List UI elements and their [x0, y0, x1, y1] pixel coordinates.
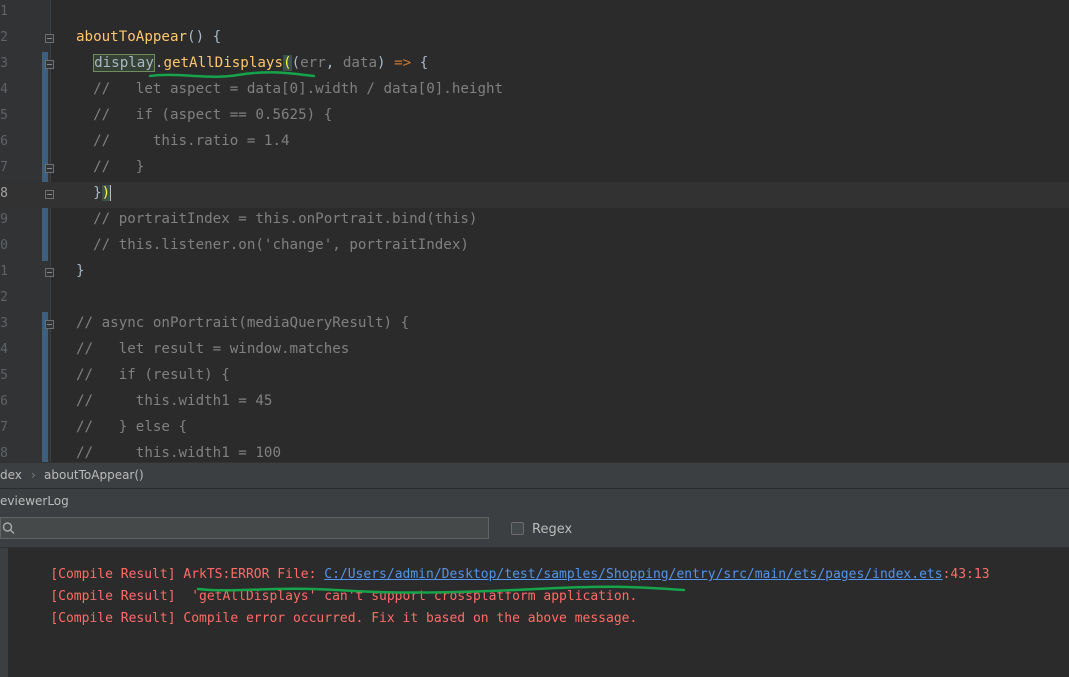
log-side-strip	[0, 548, 8, 677]
log-search-input[interactable]	[0, 517, 489, 539]
code-text: // this.width1 = 45	[76, 393, 273, 409]
code-line[interactable]: 7 // }	[0, 156, 1069, 182]
log-toolbar: Regex	[0, 513, 1069, 548]
code-editor[interactable]: 1 2 aboutToAppear() { 3 display.getAllDispl…	[0, 0, 1069, 462]
code-text: aboutToAppear() {	[76, 29, 222, 45]
code-line[interactable]: 4 // let result = window.matches	[0, 338, 1069, 364]
regex-label: Regex	[532, 522, 573, 537]
code-line[interactable]: 6 // this.ratio = 1.4	[0, 130, 1069, 156]
fold-toggle-icon[interactable]	[45, 268, 54, 277]
search-icon[interactable]	[2, 521, 16, 535]
code-line[interactable]: 5 // if (aspect == 0.5625) {	[0, 104, 1069, 130]
line-number: 1	[0, 4, 8, 19]
line-number: 8	[0, 186, 8, 201]
code-text: // async onPortrait(mediaQueryResult) {	[76, 315, 410, 331]
code-text: // if (aspect == 0.5625) {	[93, 107, 333, 123]
panel-title: eviewerLog	[0, 494, 69, 508]
code-text: // }	[93, 159, 145, 175]
line-number: 2	[0, 290, 8, 305]
line-number: 2	[0, 30, 8, 45]
fold-toggle-icon[interactable]	[45, 320, 54, 329]
code-text: // let result = window.matches	[76, 341, 350, 357]
line-number: 5	[0, 368, 8, 383]
code-text: display.getAllDisplays((err, data) => {	[93, 54, 429, 72]
fold-toggle-icon[interactable]	[45, 34, 54, 43]
code-text: })	[76, 185, 112, 201]
code-line[interactable]: 2	[0, 286, 1069, 312]
fold-toggle-icon[interactable]	[45, 190, 54, 199]
code-line[interactable]: 1}	[0, 260, 1069, 286]
fold-toggle-icon[interactable]	[45, 164, 54, 173]
breadcrumb: dex › aboutToAppear()	[0, 462, 1069, 488]
previewer-log-header: eviewerLog	[0, 488, 1069, 514]
line-number: 6	[0, 394, 8, 409]
fold-toggle-icon[interactable]	[45, 60, 54, 69]
code-line[interactable]: 7 // } else {	[0, 416, 1069, 442]
line-number: 1	[0, 264, 8, 279]
line-number: 8	[0, 446, 8, 461]
code-text: // this.width1 = 100	[76, 445, 281, 461]
line-number: 3	[0, 56, 8, 71]
code-text: // } else {	[76, 419, 188, 435]
line-number: 4	[0, 342, 8, 357]
line-number: 7	[0, 420, 8, 435]
line-number: 9	[0, 212, 8, 227]
breadcrumb-file[interactable]: dex	[0, 468, 22, 482]
code-line[interactable]: 6 // this.width1 = 45	[0, 390, 1069, 416]
code-text: }	[76, 263, 85, 279]
log-line: [Compile Result] Compile error occurred.…	[50, 611, 638, 626]
code-line[interactable]: 3 // async onPortrait(mediaQueryResult) {	[0, 312, 1069, 338]
code-line[interactable]: 1	[0, 0, 1069, 26]
line-number: 4	[0, 82, 8, 97]
line-number: 7	[0, 160, 8, 175]
code-text: // let aspect = data[0].width / data[0].…	[93, 81, 504, 97]
code-line[interactable]: 3 display.getAllDisplays((err, data) => …	[0, 52, 1069, 78]
code-line[interactable]: 2 aboutToAppear() {	[0, 26, 1069, 52]
line-number: 0	[0, 238, 8, 253]
code-line[interactable]: 9 // portraitIndex = this.onPortrait.bin…	[0, 208, 1069, 234]
line-number: 6	[0, 134, 8, 149]
breadcrumb-method[interactable]: aboutToAppear()	[44, 468, 144, 482]
code-line[interactable]: 8 // this.width1 = 100	[0, 442, 1069, 462]
breadcrumb-separator: ›	[31, 468, 36, 482]
regex-checkbox[interactable]	[511, 522, 524, 535]
code-text: // if (result) {	[76, 367, 230, 383]
code-text: // portraitIndex = this.onPortrait.bind(…	[93, 211, 478, 227]
log-output: [Compile Result] ArkTS:ERROR File: C:/Us…	[0, 548, 1069, 677]
code-line[interactable]: 0 // this.listener.on('change', portrait…	[0, 234, 1069, 260]
line-number: 3	[0, 316, 8, 331]
code-text: // this.listener.on('change', portraitIn…	[93, 237, 469, 253]
code-text: // this.ratio = 1.4	[93, 133, 290, 149]
line-number: 5	[0, 108, 8, 123]
code-line[interactable]: 5 // if (result) {	[0, 364, 1069, 390]
code-line[interactable]: 8 })	[0, 182, 1069, 208]
code-line[interactable]: 4 // let aspect = data[0].width / data[0…	[0, 78, 1069, 104]
